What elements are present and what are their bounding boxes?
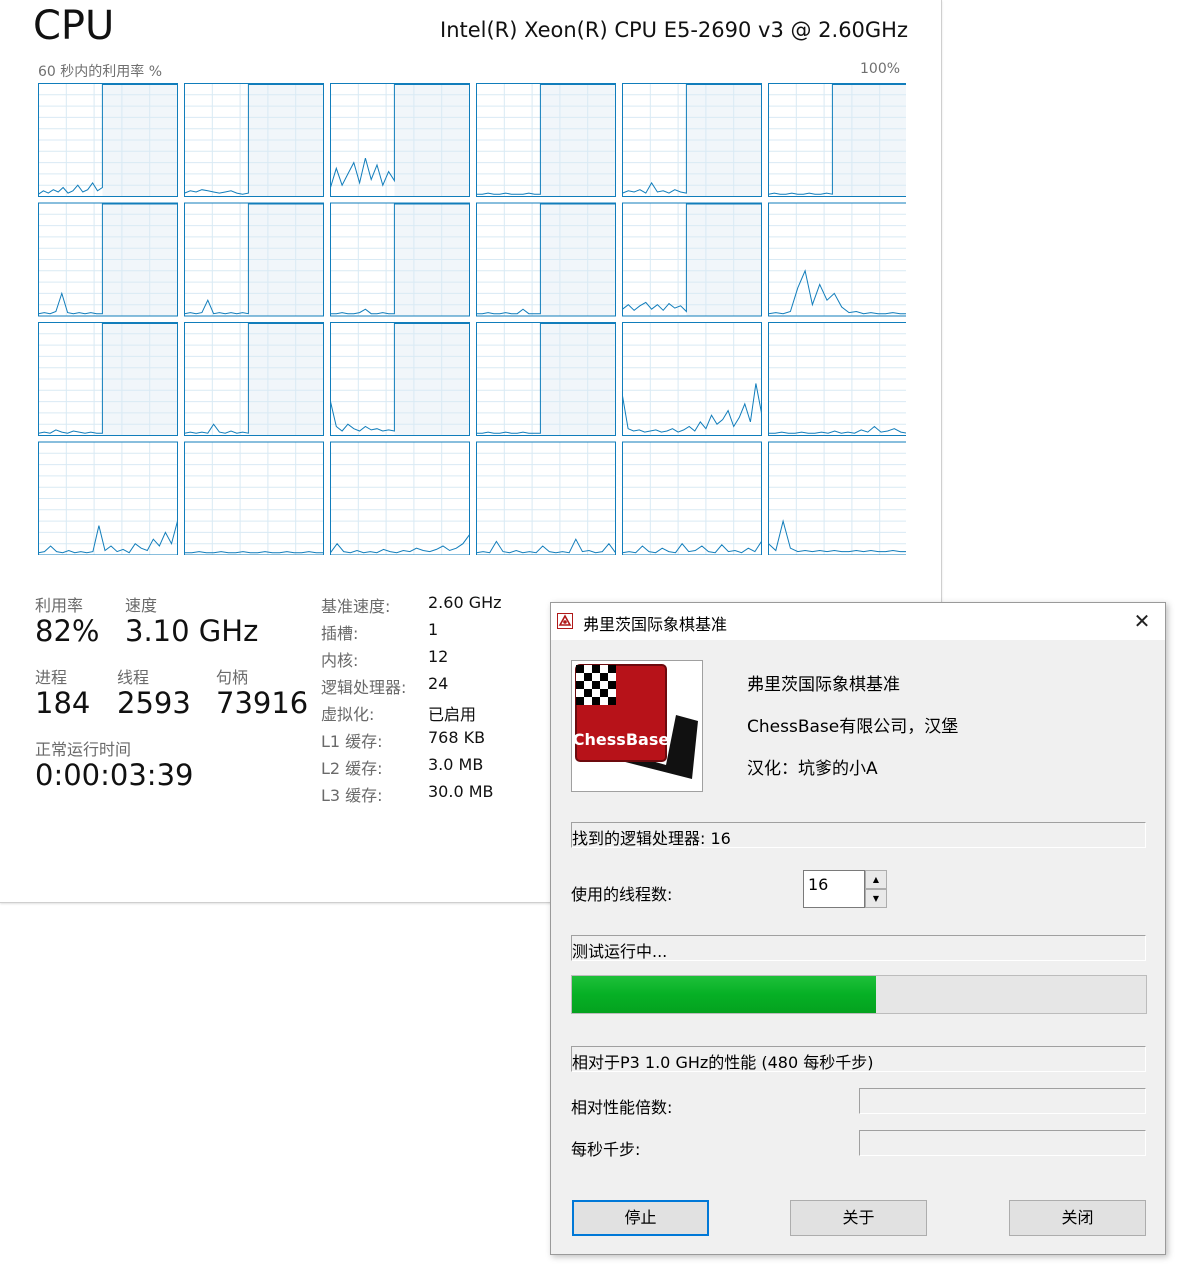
cpu-core-graph [184, 322, 324, 436]
chessbase-logo-icon: ChessBase [572, 661, 702, 791]
utilization-label: 利用率 [35, 596, 84, 615]
cpu-core-graph [622, 441, 762, 555]
chessbase-logo: ChessBase [571, 660, 703, 792]
cpu-core-graph [476, 202, 616, 317]
utilization-value: 82% [35, 614, 100, 648]
relative-factor-label: 相对性能倍数: [571, 1098, 673, 1117]
cpu-core-graph [184, 441, 324, 555]
cpu-core-graph [622, 83, 762, 197]
cpu-core-graph [330, 441, 470, 555]
graph-axis-label: 60 秒内的利用率 % [38, 64, 163, 80]
speed-label: 速度 [125, 596, 158, 615]
detail-value-l2-cache: 3.0 MB [428, 755, 484, 774]
cpu-core-graph [476, 83, 616, 197]
threads-stepper[interactable]: 16 ▲ ▼ [803, 870, 887, 908]
cpu-core-graph [330, 202, 470, 317]
page-title: CPU [33, 3, 115, 49]
threads-label: 线程 [117, 668, 150, 687]
uptime-label: 正常运行时间 [35, 740, 132, 759]
speed-value: 3.10 GHz [125, 614, 259, 648]
cpu-core-graph [476, 441, 616, 555]
handles-label: 句柄 [216, 668, 249, 687]
detail-label-virtualization: 虚拟化: [321, 705, 375, 724]
handles-value: 73916 [216, 686, 309, 720]
detail-label-base-speed: 基准速度: [321, 597, 391, 616]
threads-value: 2593 [117, 686, 191, 720]
progress-fill [572, 976, 877, 1013]
cpu-model-name: Intel(R) Xeon(R) CPU E5-2690 v3 @ 2.60GH… [440, 18, 908, 42]
cpu-core-graph [184, 202, 324, 317]
processes-value: 184 [35, 686, 91, 720]
cpu-core-graph [476, 322, 616, 436]
cpu-core-graph [38, 322, 178, 436]
cpu-core-graph [38, 83, 178, 197]
detail-label-cores: 内核: [321, 651, 359, 670]
cpu-core-graph [330, 322, 470, 436]
cpu-core-graph [38, 202, 178, 317]
threads-input[interactable]: 16 [803, 870, 865, 908]
knps-label: 每秒千步: [571, 1140, 641, 1159]
cpu-core-graph [622, 202, 762, 317]
graph-max-label: 100% [860, 61, 901, 77]
processes-label: 进程 [35, 668, 68, 687]
cpu-core-graph [768, 83, 906, 197]
cpu-core-graph [38, 441, 178, 555]
status-text: 测试运行中... [571, 935, 1146, 961]
spin-up-icon[interactable]: ▲ [865, 870, 887, 889]
logical-processor-graphs [38, 83, 906, 555]
detail-value-base-speed: 2.60 GHz [428, 593, 502, 612]
threads-label: 使用的线程数: [571, 885, 673, 904]
benchmark-progress-bar [571, 975, 1147, 1014]
spin-down-icon[interactable]: ▼ [865, 889, 887, 908]
cpu-core-graph [768, 322, 906, 436]
detail-label-sockets: 插槽: [321, 624, 359, 643]
detail-value-sockets: 1 [428, 620, 439, 639]
cpu-core-graph [768, 202, 906, 317]
detail-value-l1-cache: 768 KB [428, 728, 486, 747]
detail-value-l3-cache: 30.0 MB [428, 782, 494, 801]
dialog-title: 弗里茨国际象棋基准 [583, 615, 728, 634]
reference-performance: 相对于P3 1.0 GHz的性能 (480 每秒千步) [571, 1046, 1146, 1072]
close-button[interactable]: 关闭 [1009, 1200, 1146, 1236]
stop-button[interactable]: 停止 [572, 1200, 709, 1236]
detail-label-l2-cache: L2 缓存: [321, 759, 383, 778]
company-name: ChessBase有限公司，汉堡 [747, 717, 959, 737]
detail-label-l1-cache: L1 缓存: [321, 732, 383, 751]
detail-value-virtualization: 已启用 [428, 705, 477, 724]
cpu-core-graph [184, 83, 324, 197]
detail-value-cores: 12 [428, 647, 449, 666]
benchmark-dialog: 弗里茨国际象棋基准 ✕ ChessBase 弗里茨国际象棋基准 ChessBas… [550, 602, 1166, 1255]
knps-value [859, 1130, 1146, 1156]
detail-value-logical-processors: 24 [428, 674, 449, 693]
cpu-core-graph [622, 322, 762, 436]
logo-text: ChessBase [573, 730, 670, 749]
dialog-titlebar[interactable]: 弗里茨国际象棋基准 ✕ [551, 603, 1165, 640]
app-name: 弗里茨国际象棋基准 [747, 675, 900, 695]
uptime-value: 0:00:03:39 [35, 758, 194, 792]
localized-by: 汉化：坑爹的小A [747, 759, 878, 779]
close-icon[interactable]: ✕ [1119, 605, 1165, 638]
detail-label-l3-cache: L3 缓存: [321, 786, 383, 805]
logical-processors-found: 找到的逻辑处理器: 16 [571, 822, 1146, 848]
relative-factor-value [859, 1088, 1146, 1114]
detail-label-logical-processors: 逻辑处理器: [321, 678, 407, 697]
cpu-core-graph [330, 83, 470, 197]
about-button[interactable]: 关于 [790, 1200, 927, 1236]
cpu-core-graph [768, 441, 906, 555]
cpu-graphs-svg [38, 83, 906, 555]
app-icon [557, 613, 573, 629]
